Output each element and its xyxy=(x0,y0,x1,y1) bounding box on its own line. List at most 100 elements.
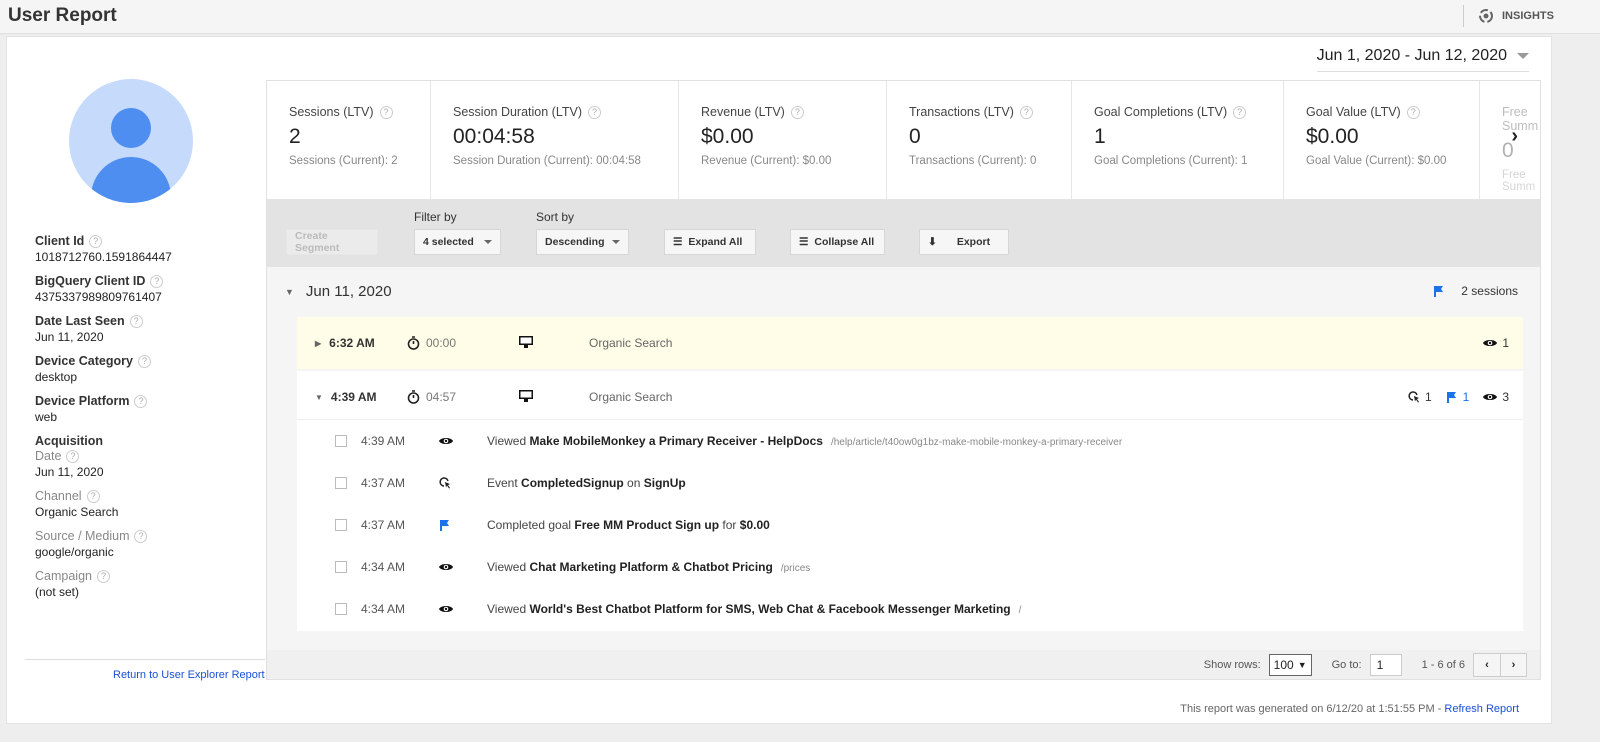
chevron-down-icon xyxy=(1517,53,1529,59)
help-icon[interactable]: ? xyxy=(1406,105,1420,119)
help-icon[interactable]: ? xyxy=(1019,105,1033,119)
page-title: User Report xyxy=(8,5,117,26)
hit-checkbox[interactable] xyxy=(335,435,347,447)
field-value: Jun 11, 2020 xyxy=(35,465,104,479)
help-icon[interactable]: ? xyxy=(379,105,393,119)
acquisition-title: Acquisition xyxy=(35,434,104,448)
create-segment-button[interactable]: Create Segment xyxy=(286,229,378,255)
next-page-button[interactable]: › xyxy=(1500,653,1526,676)
session-duration: 00:00 xyxy=(426,336,457,350)
metrics-next-arrow[interactable]: › xyxy=(1511,125,1518,148)
list-icon: ☰ xyxy=(799,236,809,248)
metric-sub: Free Summ xyxy=(1502,169,1536,193)
metric-value: 0 xyxy=(1502,139,1514,162)
desktop-icon xyxy=(519,335,533,348)
help-icon[interactable]: ? xyxy=(66,449,80,463)
field-value: 1018712760.1591864447 xyxy=(35,250,172,264)
hit-checkbox[interactable] xyxy=(335,561,347,573)
help-icon[interactable]: ? xyxy=(588,105,601,119)
metric-sub: Transactions (Current): 0 xyxy=(909,155,1037,167)
help-icon[interactable]: ? xyxy=(96,569,110,583)
insights-button[interactable]: INSIGHTS xyxy=(1463,5,1554,27)
field-label: Device Platform xyxy=(35,394,130,408)
metric-card: Revenue (LTV)? $0.00 Revenue (Current): $0… xyxy=(679,81,887,199)
session-row[interactable]: ▼ 4:39 AM 04:57 Organic Search 1 1 3 xyxy=(297,371,1523,423)
view-count: 1 xyxy=(1483,336,1509,350)
field-label: Device Category xyxy=(35,354,133,368)
hit-row: 4:37 AM Completed goal Free MM Product Si… xyxy=(297,504,1523,546)
field-label: Date xyxy=(35,449,62,463)
metric-sub: Goal Value (Current): $0.00 xyxy=(1306,155,1447,167)
collapse-triangle-icon[interactable]: ▼ xyxy=(315,393,323,402)
hit-description: Viewed Chat Marketing Platform & Chatbot… xyxy=(487,560,811,574)
field-value: Organic Search xyxy=(35,505,119,519)
hit-title: Make MobileMonkey a Primary Receiver - H… xyxy=(529,434,823,448)
hit-time: 4:37 AM xyxy=(361,518,406,532)
chevron-down-icon xyxy=(484,240,492,244)
metric-value: 00:04:58 xyxy=(453,125,535,148)
session-channel: Organic Search xyxy=(589,390,673,404)
eye-icon xyxy=(439,564,453,570)
metrics-strip: Sessions (LTV)? 2 Sessions (Current): 2 Ses… xyxy=(267,81,1540,199)
hit-row: 4:34 AM Viewed World's Best Chatbot Platf… xyxy=(297,588,1523,630)
hit-description: Viewed World's Best Chatbot Platform for… xyxy=(487,602,1022,616)
flag-icon xyxy=(1446,392,1456,403)
metric-label: Goal Completions (LTV) xyxy=(1094,105,1228,119)
help-icon[interactable]: ? xyxy=(150,274,164,288)
collapse-all-button[interactable]: ☰ Collapse All xyxy=(790,229,885,255)
help-icon[interactable]: ? xyxy=(86,489,100,503)
session-hits: 4:39 AM Viewed Make MobileMonkey a Primar… xyxy=(297,419,1523,631)
chevron-down-icon: ▼ xyxy=(1297,659,1307,670)
collapse-all-label: Collapse All xyxy=(814,236,875,248)
expand-triangle-icon[interactable]: ▶ xyxy=(315,339,321,348)
expand-all-button[interactable]: ☰ Expand All xyxy=(664,229,756,255)
sort-label: Sort by xyxy=(536,210,575,224)
help-icon[interactable]: ? xyxy=(1233,105,1247,119)
hit-description: Event CompletedSignup on SignUp xyxy=(487,476,686,490)
field-label: Date Last Seen xyxy=(35,314,125,328)
metric-card: Free Summ 0 Free Summ xyxy=(1480,81,1540,199)
help-icon[interactable]: ? xyxy=(129,314,143,328)
prev-page-button[interactable]: ‹ xyxy=(1474,654,1500,676)
help-icon[interactable]: ? xyxy=(89,234,103,248)
hit-row: 4:37 AM Event CompletedSignup on SignUp xyxy=(297,462,1523,504)
goal-count: 1 xyxy=(1446,390,1469,404)
help-icon[interactable]: ? xyxy=(134,529,148,543)
metric-sub: Sessions (Current): 2 xyxy=(289,155,398,167)
flag-icon xyxy=(1434,286,1444,297)
refresh-report-link[interactable]: Refresh Report xyxy=(1444,703,1519,715)
hit-checkbox[interactable] xyxy=(335,603,347,615)
sort-dropdown[interactable]: Descending xyxy=(536,229,629,255)
sessions-count: 2 sessions xyxy=(1433,284,1518,298)
filter-label: Filter by xyxy=(414,210,457,224)
export-button[interactable]: ⬇ Export xyxy=(919,229,1009,255)
generated-note: This report was generated on 6/12/20 at … xyxy=(1180,703,1519,715)
day-header[interactable]: ▼ Jun 11, 2020 xyxy=(285,283,392,300)
user-field: Device Category? desktop xyxy=(35,354,265,384)
generated-text: This report was generated on 6/12/20 at … xyxy=(1180,703,1445,715)
help-icon[interactable]: ? xyxy=(790,105,804,119)
download-icon: ⬇ xyxy=(928,236,937,248)
timer-icon xyxy=(407,336,420,350)
goto-input[interactable]: 1 xyxy=(1369,653,1402,676)
day-date: Jun 11, 2020 xyxy=(305,283,392,300)
acquisition-field: Campaign? (not set) xyxy=(35,569,265,599)
metric-label: Sessions (LTV) xyxy=(289,105,374,119)
pagination-bar: Show rows: 100 ▼ Go to: 1 1 - 6 of 6 ‹ › xyxy=(267,650,1540,679)
help-icon[interactable]: ? xyxy=(134,394,148,408)
return-to-user-explorer-link[interactable]: Return to User Explorer Report xyxy=(113,669,265,681)
user-field: Client Id? 1018712760.1591864447 xyxy=(35,234,265,264)
filter-value: 4 selected xyxy=(423,236,474,248)
session-row[interactable]: ▶ 6:32 AM 00:00 Organic Search 1 xyxy=(297,317,1523,369)
show-rows-select[interactable]: 100 ▼ xyxy=(1268,653,1312,676)
hit-checkbox[interactable] xyxy=(335,477,347,489)
goto-label: Go to: xyxy=(1331,658,1362,671)
help-icon[interactable]: ? xyxy=(137,354,151,368)
filter-dropdown[interactable]: 4 selected xyxy=(414,229,501,255)
date-range-picker[interactable]: Jun 1, 2020 - Jun 12, 2020 xyxy=(1316,47,1529,72)
metric-value: 1 xyxy=(1094,125,1106,148)
collapse-triangle-icon: ▼ xyxy=(285,286,294,297)
flag-icon xyxy=(440,520,449,531)
hit-checkbox[interactable] xyxy=(335,519,347,531)
view-count: 3 xyxy=(1483,390,1509,404)
